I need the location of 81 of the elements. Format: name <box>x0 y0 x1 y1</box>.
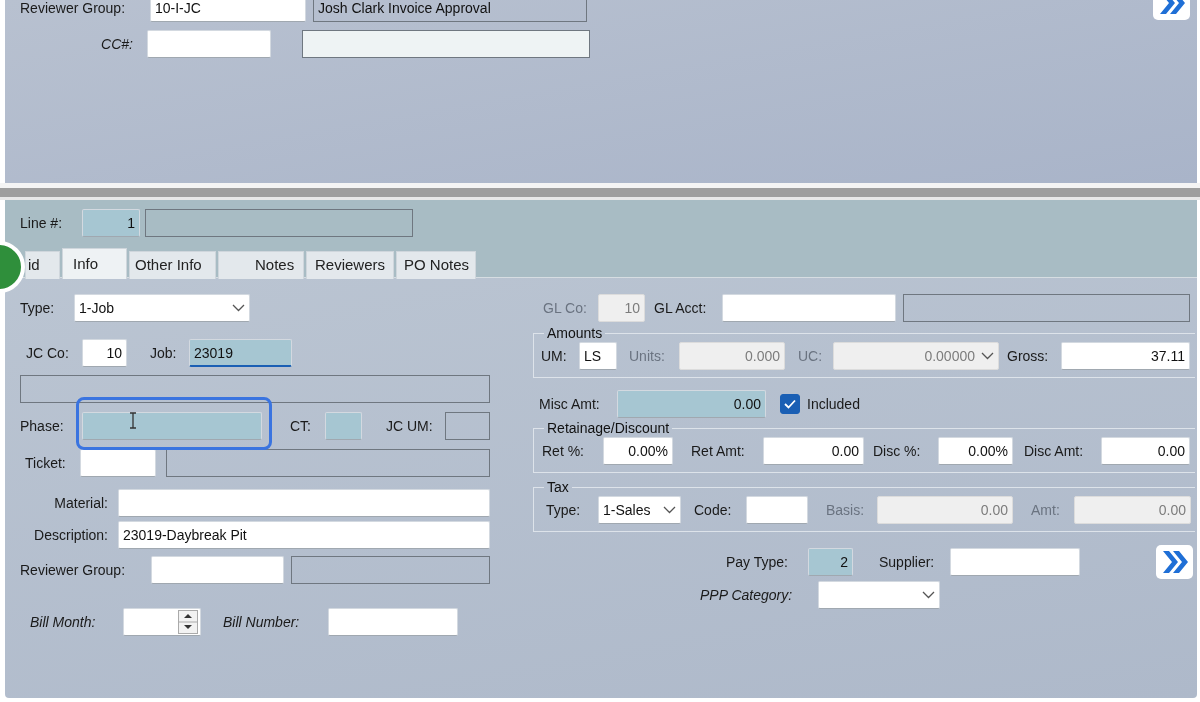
pay-type-label: Pay Type: <box>726 552 789 572</box>
tax-group-title: Tax <box>546 479 570 496</box>
ret-pct-label: Ret %: <box>541 441 585 461</box>
tab[interactable]: Info <box>62 248 127 279</box>
type-dropdown[interactable]: 1-Job <box>74 294 250 322</box>
forward-button[interactable] <box>1156 545 1193 579</box>
job-field[interactable]: 23019 <box>189 339 292 367</box>
reviewer-group-name-display: Josh Clark Invoice Approval <box>313 0 587 22</box>
misc-amt-label: Misc Amt: <box>538 394 601 414</box>
tab[interactable]: Reviewers <box>306 251 394 279</box>
cc-field[interactable] <box>147 30 271 58</box>
jc-um-label: JC UM: <box>386 416 434 436</box>
tab[interactable]: Notes <box>218 251 304 279</box>
chevron-down-icon <box>922 591 935 599</box>
units-label: Units: <box>629 346 666 366</box>
phase-field[interactable] <box>82 412 262 440</box>
line-number-field[interactable]: 1 <box>82 209 140 237</box>
chevron-down-icon <box>663 506 676 514</box>
tab[interactable]: id <box>25 251 60 279</box>
bill-number-field[interactable] <box>328 608 458 636</box>
retainage-group-title: Retainage/Discount <box>546 420 671 437</box>
um-field[interactable]: LS <box>579 342 617 370</box>
chevron-down-icon <box>232 304 245 312</box>
supplier-label: Supplier: <box>879 552 936 572</box>
disc-amt-field[interactable]: 0.00 <box>1101 437 1190 465</box>
tab[interactable]: PO Notes <box>396 251 476 279</box>
line-number-label: Line #: <box>20 213 64 233</box>
gross-field[interactable]: 37.11 <box>1061 342 1190 370</box>
type-label: Type: <box>20 298 56 318</box>
reviewer-group-label: Reviewer Group: <box>20 0 127 18</box>
ret-amt-label: Ret Amt: <box>691 441 746 461</box>
tax-amt-label: Amt: <box>1031 500 1061 520</box>
gross-label: Gross: <box>1007 346 1050 366</box>
gl-co-label: GL Co: <box>542 298 588 318</box>
jc-co-label: JC Co: <box>25 343 70 363</box>
ppp-category-dropdown[interactable] <box>818 581 940 609</box>
ret-pct-field[interactable]: 0.00% <box>603 437 673 465</box>
disc-amt-label: Disc Amt: <box>1024 441 1085 461</box>
gl-acct-field[interactable] <box>722 294 896 322</box>
checkbox[interactable] <box>780 394 800 414</box>
tax-type-label: Type: <box>545 500 582 520</box>
tax-type-dropdown[interactable]: 1-Sales <box>598 496 681 524</box>
jc-um-display <box>445 412 490 440</box>
disc-pct-field[interactable]: 0.00% <box>938 437 1013 465</box>
pay-type-field[interactable]: 2 <box>808 548 853 576</box>
supplier-field[interactable] <box>950 548 1080 576</box>
description-field[interactable]: 23019-Daybreak Pit <box>118 521 490 549</box>
amounts-group-title: Amounts <box>546 325 604 342</box>
check-icon <box>784 399 796 409</box>
tab[interactable]: Other Info <box>129 251 216 279</box>
job-label: Job: <box>150 343 178 363</box>
phase-label: Phase: <box>20 416 65 436</box>
disc-pct-label: Disc %: <box>873 441 922 461</box>
ppp-category-label: PPP Category: <box>700 585 794 605</box>
misc-amt-field[interactable]: 0.00 <box>617 390 766 418</box>
bill-number-label: Bill Number: <box>223 612 301 632</box>
bill-month-label: Bill Month: <box>29 612 97 632</box>
reviewer-group-field[interactable] <box>151 556 284 584</box>
uc-label: UC: <box>798 346 824 366</box>
description-label: Description: <box>33 525 109 545</box>
spin-buttons[interactable] <box>178 610 198 634</box>
text-cursor-icon <box>129 412 137 429</box>
basis-label: Basis: <box>826 500 866 520</box>
ct-field[interactable] <box>325 412 362 440</box>
material-label: Material: <box>53 493 109 513</box>
tax-code-field[interactable] <box>746 496 808 524</box>
ct-label: CT: <box>290 416 312 436</box>
ticket-label: Ticket: <box>24 453 67 473</box>
ret-amt-field[interactable]: 0.00 <box>763 437 864 465</box>
gl-acct-label: GL Acct: <box>654 298 708 318</box>
ticket-field[interactable] <box>80 449 156 477</box>
tax-code-label: Code: <box>694 500 733 520</box>
reviewer-group-label: Reviewer Group: <box>20 560 127 580</box>
jc-co-field[interactable]: 10 <box>82 339 127 367</box>
material-field[interactable] <box>118 489 490 517</box>
um-label: UM: <box>540 346 568 366</box>
checkbox-label: Included <box>807 394 860 414</box>
chevron-down-icon <box>981 352 994 360</box>
cc-label: CC#: <box>100 34 134 54</box>
splitter-bar[interactable] <box>0 183 1200 200</box>
reviewer-group-field[interactable]: 10-I-JC <box>150 0 306 22</box>
